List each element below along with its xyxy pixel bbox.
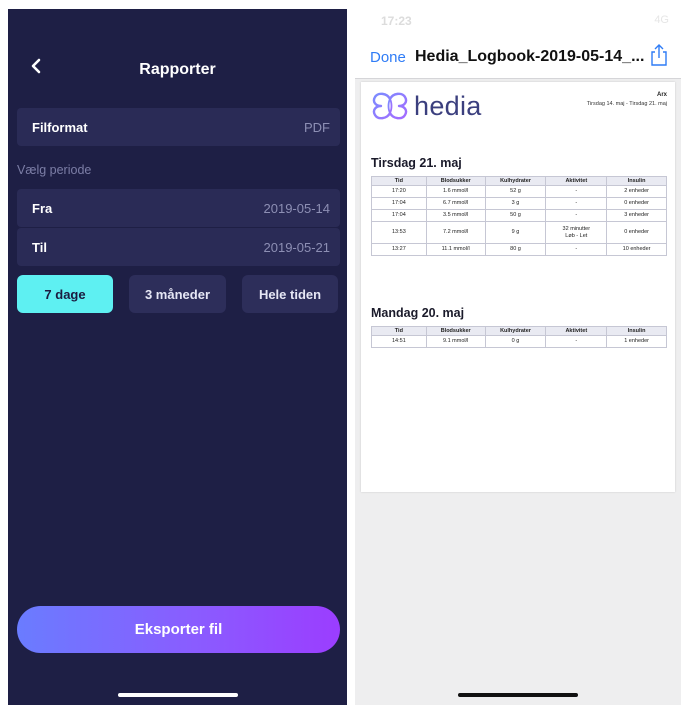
cell-insulin: 10 enheder: [606, 243, 667, 256]
period-section-label: Vælg periode: [17, 163, 92, 177]
table-row: 13:53 7.2 mmol/l 9 g 32 minutter Løb - L…: [371, 221, 667, 244]
day-title: Tirsdag 21. maj: [371, 156, 462, 170]
table-header-row: Tid Blodsukker Kulhydrater Aktivitet Ins…: [371, 176, 667, 186]
column-header: Blodsukker: [425, 326, 486, 336]
column-header: Insulin: [606, 176, 667, 186]
document-date-range: Tirsdag 14. maj - Tirsdag 21. maj: [586, 101, 667, 107]
share-icon[interactable]: [649, 43, 669, 67]
day-title: Mandag 20. maj: [371, 306, 465, 320]
cell-activity-duration: 32 minutter: [562, 225, 591, 232]
cell-activity: -: [545, 185, 608, 198]
table-row: 14:51 9.1 mmol/l 0 g - 1 enheder: [371, 335, 667, 348]
column-header: Aktivitet: [545, 176, 608, 186]
file-format-value: PDF: [304, 119, 330, 135]
cell-time: 17:04: [371, 197, 427, 210]
from-date-row[interactable]: Fra 2019-05-14: [17, 189, 340, 227]
column-header: Tid: [371, 326, 427, 336]
reports-screen: Rapporter Filformat PDF Vælg periode Fra…: [8, 9, 347, 705]
cell-glucose: 6.7 mmol/l: [425, 197, 486, 210]
table-row: 17:04 3.5 mmol/l 50 g - 3 enheder: [371, 209, 667, 222]
done-button[interactable]: Done: [370, 49, 406, 66]
cell-insulin: 0 enheder: [606, 197, 667, 210]
cell-glucose: 3.5 mmol/l: [425, 209, 486, 222]
cell-activity: -: [545, 209, 608, 222]
to-date-label: Til: [32, 239, 47, 255]
cell-activity: -: [545, 197, 608, 210]
cell-carbs: 50 g: [484, 209, 547, 222]
screenshot-canvas: Rapporter Filformat PDF Vælg periode Fra…: [0, 0, 681, 705]
cell-activity: -: [545, 243, 608, 256]
cell-carbs: 9 g: [484, 221, 547, 244]
pdf-preview-screen: 17:23 4G Done Hedia_Logbook-2019-05-14_.…: [355, 9, 681, 705]
cell-carbs: 3 g: [484, 197, 547, 210]
cell-time: 13:53: [371, 221, 427, 244]
preset-7-days-button[interactable]: 7 dage: [17, 275, 113, 313]
pdf-document-page[interactable]: hedia Arx Tirsdag 14. maj - Tirsdag 21. …: [361, 82, 675, 492]
cell-time: 13:27: [371, 243, 427, 256]
preview-navbar: Done Hedia_Logbook-2019-05-14_...: [355, 33, 681, 79]
cell-insulin: 0 enheder: [606, 221, 667, 244]
preset-3-months-button[interactable]: 3 måneder: [129, 275, 226, 313]
cell-glucose: 1.6 mmol/l: [425, 185, 486, 198]
column-header: Insulin: [606, 326, 667, 336]
cell-activity: 32 minutter Løb - Let: [545, 221, 608, 244]
status-bar: 17:23 4G: [355, 9, 681, 33]
file-format-row[interactable]: Filformat PDF: [17, 108, 340, 146]
home-indicator[interactable]: [458, 693, 578, 697]
cell-glucose: 9.1 mmol/l: [425, 335, 486, 348]
column-header: Tid: [371, 176, 427, 186]
column-header: Aktivitet: [545, 326, 608, 336]
hedia-logo-text: hedia: [414, 90, 482, 121]
cell-carbs: 80 g: [484, 243, 547, 256]
file-format-label: Filformat: [32, 119, 88, 135]
cell-time: 17:20: [371, 185, 427, 198]
document-user: Arx: [656, 92, 667, 98]
status-time: 17:23: [381, 14, 412, 28]
logbook-table: Tid Blodsukker Kulhydrater Aktivitet Ins…: [371, 326, 667, 348]
cell-glucose: 11.1 mmol/l: [425, 243, 486, 256]
cell-insulin: 1 enheder: [606, 335, 667, 348]
logbook-table: Tid Blodsukker Kulhydrater Aktivitet Ins…: [371, 176, 667, 256]
from-date-label: Fra: [32, 200, 53, 216]
cell-time: 14:51: [371, 335, 427, 348]
to-date-value: 2019-05-21: [263, 239, 331, 255]
status-network: 4G: [654, 14, 669, 26]
column-header: Blodsukker: [425, 176, 486, 186]
table-row: 13:27 11.1 mmol/l 80 g - 10 enheder: [371, 243, 667, 256]
cell-carbs: 0 g: [484, 335, 547, 348]
cell-glucose: 7.2 mmol/l: [425, 221, 486, 244]
cell-insulin: 3 enheder: [606, 209, 667, 222]
home-indicator[interactable]: [117, 693, 238, 697]
cell-time: 17:04: [371, 209, 427, 222]
cell-carbs: 52 g: [484, 185, 547, 198]
table-row: 17:04 6.7 mmol/l 3 g - 0 enheder: [371, 197, 667, 210]
cell-insulin: 2 enheder: [606, 185, 667, 198]
preset-all-time-button[interactable]: Hele tiden: [242, 275, 338, 313]
cell-activity: -: [545, 335, 608, 348]
to-date-row[interactable]: Til 2019-05-21: [17, 228, 340, 266]
table-row: 17:20 1.6 mmol/l 52 g - 2 enheder: [371, 185, 667, 198]
export-file-button[interactable]: Eksporter fil: [17, 606, 340, 653]
cell-activity-type: Løb - Let: [565, 232, 588, 239]
file-name-title: Hedia_Logbook-2019-05-14_...: [415, 48, 645, 65]
column-header: Kulhydrater: [484, 176, 547, 186]
table-header-row: Tid Blodsukker Kulhydrater Aktivitet Ins…: [371, 326, 667, 336]
hedia-logo-icon: [372, 92, 408, 120]
page-title: Rapporter: [139, 61, 216, 78]
hedia-logo: hedia: [370, 90, 482, 122]
from-date-value: 2019-05-14: [263, 200, 331, 216]
column-header: Kulhydrater: [484, 326, 547, 336]
